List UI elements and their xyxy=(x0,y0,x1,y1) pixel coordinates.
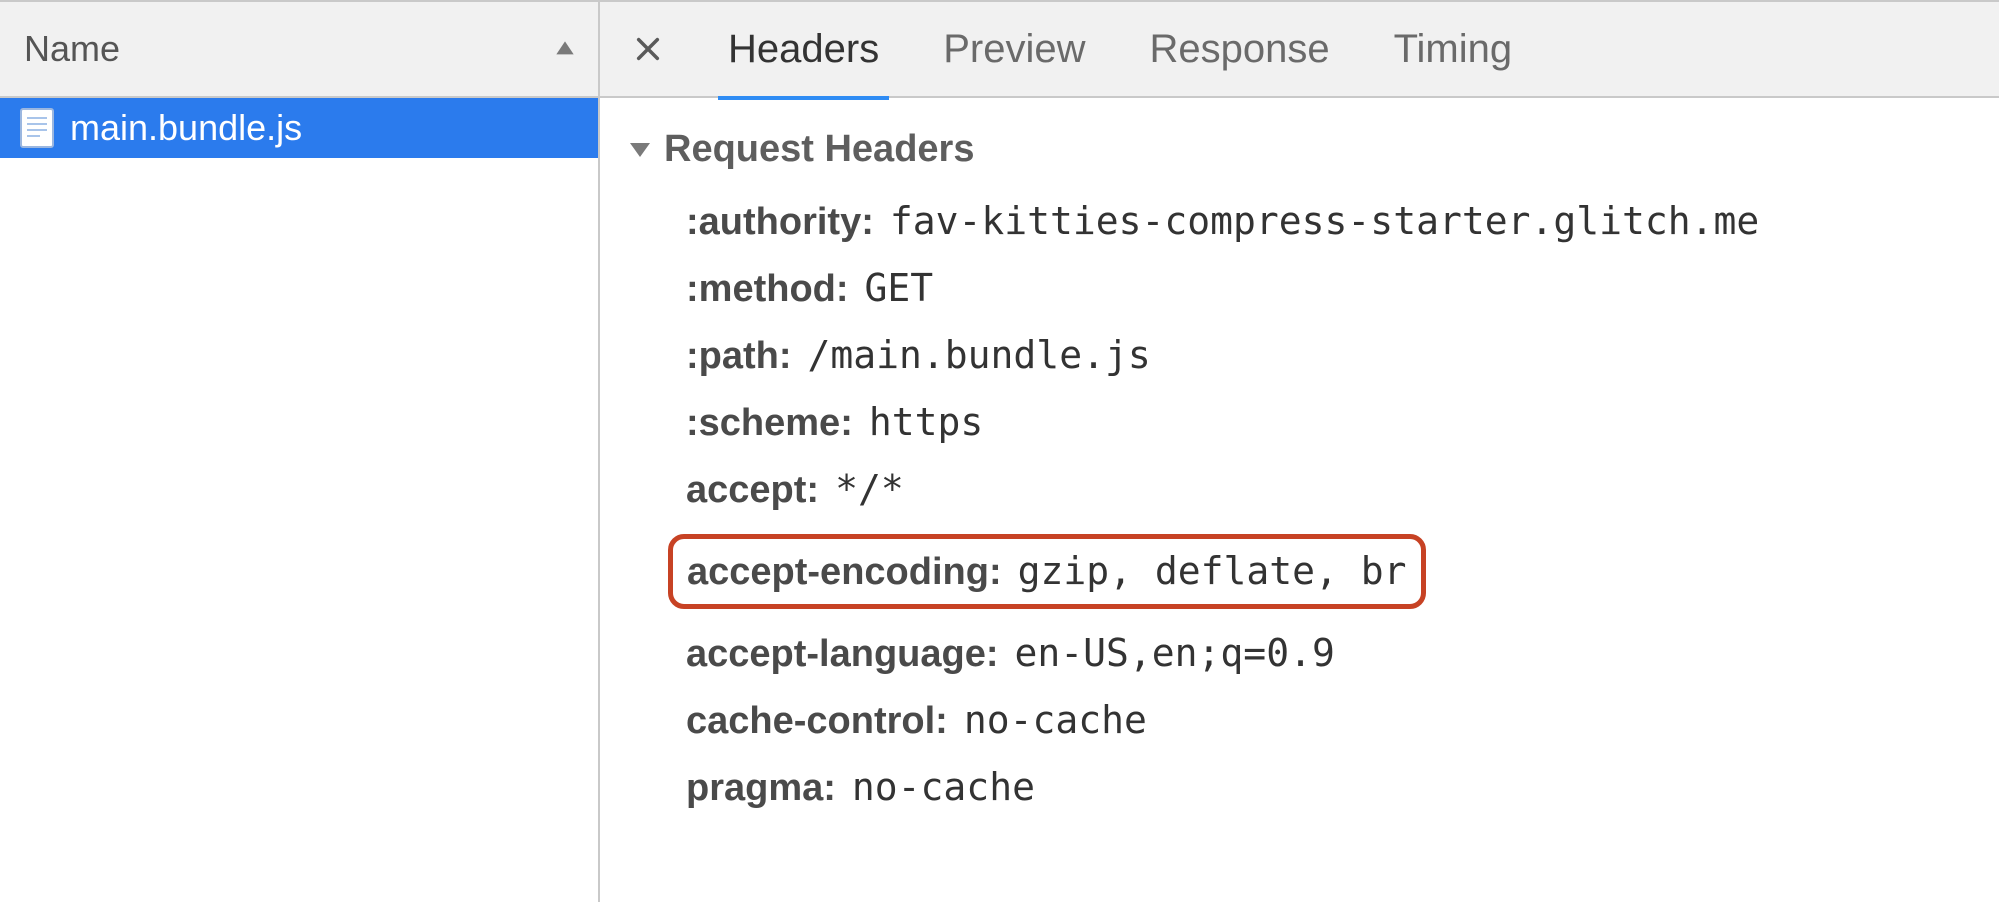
close-icon[interactable] xyxy=(628,29,668,69)
header-name: :authority: xyxy=(686,201,874,244)
header-row: :scheme: https xyxy=(686,400,1969,445)
header-value: gzip, deflate, br xyxy=(1018,549,1407,593)
header-name: cache-control: xyxy=(686,700,948,743)
request-list: main.bundle.js xyxy=(0,98,598,902)
request-list-panel: Name main.bundle.js xyxy=(0,2,600,902)
header-name: :scheme: xyxy=(686,402,853,445)
header-name: accept-language: xyxy=(686,633,999,676)
tab-response[interactable]: Response xyxy=(1145,27,1333,72)
devtools-network-panel: Name main.bundle.js xyxy=(0,0,1999,902)
section-title: Request Headers xyxy=(664,128,974,171)
header-name: accept: xyxy=(686,469,819,512)
header-row: :path: /main.bundle.js xyxy=(686,333,1969,378)
header-name: accept-encoding: xyxy=(687,551,1002,594)
sort-ascending-icon[interactable] xyxy=(552,36,578,62)
header-row: :method: GET xyxy=(686,266,1969,311)
header-row: accept-encoding: gzip, deflate, br xyxy=(668,534,1426,609)
header-value: fav-kitties-compress-starter.glitch.me xyxy=(890,199,1759,243)
details-tabs-bar: Headers Preview Response Timing xyxy=(600,2,1999,98)
tab-preview[interactable]: Preview xyxy=(939,27,1089,72)
tab-timing[interactable]: Timing xyxy=(1390,27,1517,72)
file-icon xyxy=(20,108,54,148)
column-name-header: Name xyxy=(24,28,120,70)
request-details-panel: Headers Preview Response Timing Request … xyxy=(600,2,1999,902)
header-value: no-cache xyxy=(852,765,1035,809)
chevron-down-icon xyxy=(630,143,650,157)
header-row: cache-control: no-cache xyxy=(686,698,1969,743)
request-list-header[interactable]: Name xyxy=(0,2,598,98)
request-headers-toggle[interactable]: Request Headers xyxy=(630,128,1969,171)
request-row[interactable]: main.bundle.js xyxy=(0,98,598,158)
header-row: accept: */* xyxy=(686,467,1969,512)
header-row: accept-language: en-US,en;q=0.9 xyxy=(686,631,1969,676)
header-value: /main.bundle.js xyxy=(808,333,1151,377)
header-row: :authority: fav-kitties-compress-starter.… xyxy=(686,199,1969,244)
header-name: :path: xyxy=(686,335,792,378)
request-headers-list: :authority: fav-kitties-compress-starter.… xyxy=(630,199,1969,810)
request-filename: main.bundle.js xyxy=(70,107,302,149)
header-name: :method: xyxy=(686,268,849,311)
header-value: */* xyxy=(835,467,904,511)
header-value: GET xyxy=(865,266,934,310)
header-value: no-cache xyxy=(964,698,1147,742)
header-value: en-US,en;q=0.9 xyxy=(1015,631,1335,675)
header-row: pragma: no-cache xyxy=(686,765,1969,810)
header-value: https xyxy=(869,400,983,444)
headers-section: Request Headers :authority: fav-kitties-c… xyxy=(600,98,1999,902)
tab-headers[interactable]: Headers xyxy=(724,27,883,72)
header-name: pragma: xyxy=(686,767,836,810)
